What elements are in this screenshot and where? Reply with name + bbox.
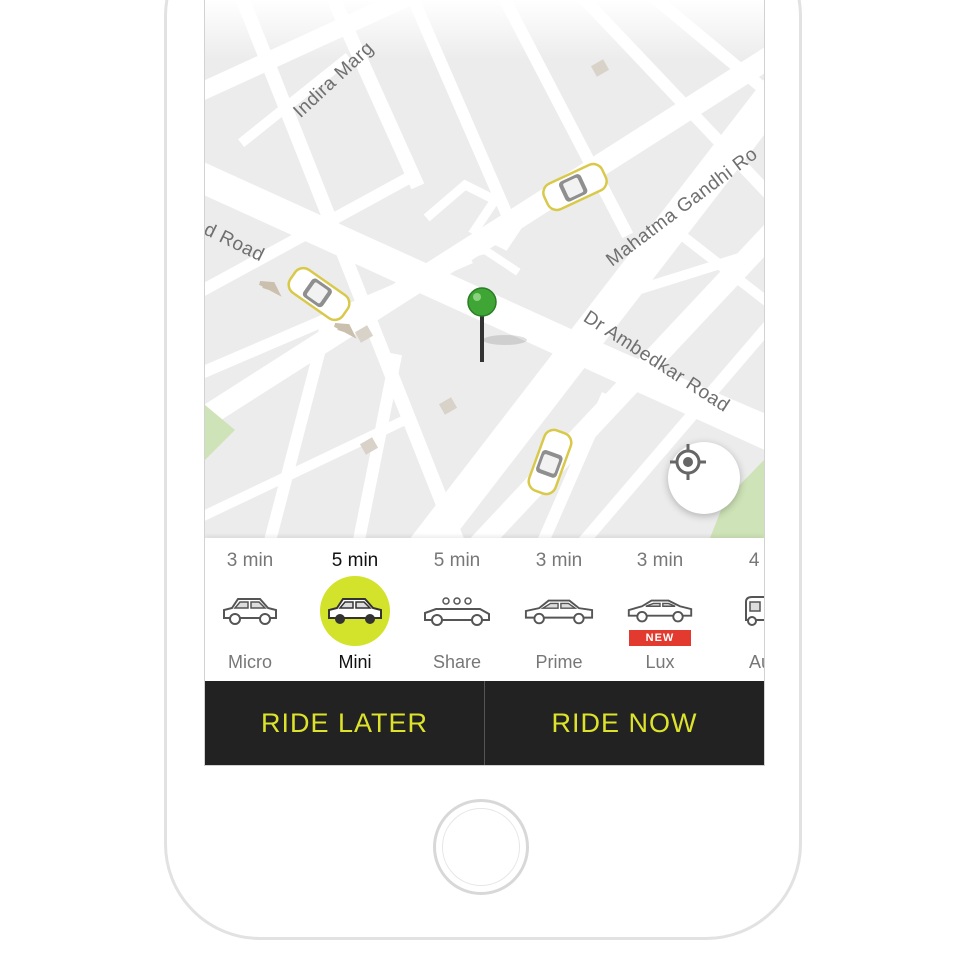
action-bar: RIDE LATER RIDE NOW (205, 681, 764, 765)
vehicle-icon-wrap (422, 576, 492, 646)
vehicle-eta: 4 r (748, 550, 764, 571)
vehicle-eta: 3 min (535, 550, 583, 571)
app-screen: Indira Marg Mahatma Gandhi Ro d Road Dr … (204, 0, 765, 766)
vehicle-eta: 5 min (331, 550, 379, 571)
vehicle-option-share[interactable]: 5 min Share (406, 538, 508, 681)
hatchback-icon (328, 598, 382, 624)
locate-me-icon (670, 444, 706, 480)
hatchback-icon (223, 598, 277, 625)
vehicle-option-prime[interactable]: 3 min Prime (508, 538, 610, 681)
luxury-sedan-icon (627, 599, 693, 623)
vehicle-eta: 5 min (433, 550, 481, 571)
new-badge: NEW (629, 630, 691, 646)
vehicle-name: Prime (535, 652, 583, 672)
home-button[interactable] (433, 799, 529, 895)
vehicle-name: Au (748, 652, 764, 672)
vehicle-name: Micro (228, 652, 272, 672)
sedan-icon (524, 599, 594, 625)
vehicle-option-lux[interactable]: 3 min NEW Lux (609, 538, 711, 681)
vehicle-option-micro[interactable]: 3 min Micro (205, 538, 301, 681)
vehicle-option-auto[interactable]: 4 r Au (709, 538, 764, 681)
vehicle-category-selector[interactable]: 3 min Micro 5 min Mini 5 min Share 3 min… (205, 538, 764, 681)
convertible-shared-icon (424, 597, 490, 626)
map-top-fade (205, 0, 764, 60)
vehicle-icon-wrap (320, 576, 390, 646)
vehicle-icon-wrap (524, 576, 594, 646)
vehicle-name: Lux (645, 652, 675, 672)
vehicle-eta: 3 min (226, 550, 274, 571)
vehicle-eta: 3 min (636, 550, 684, 571)
vehicle-option-mini[interactable]: 5 min Mini (304, 538, 406, 681)
vehicle-icon-wrap (725, 576, 764, 646)
vehicle-icon-wrap (215, 576, 285, 646)
ride-now-button[interactable]: RIDE NOW (485, 681, 764, 765)
ride-later-button[interactable]: RIDE LATER (205, 681, 485, 765)
map-view[interactable]: Indira Marg Mahatma Gandhi Ro d Road Dr … (205, 0, 764, 538)
locate-me-button[interactable] (668, 442, 740, 514)
vehicle-name: Share (432, 652, 482, 672)
vehicle-name: Mini (338, 652, 372, 672)
auto-rickshaw-icon (745, 596, 764, 626)
